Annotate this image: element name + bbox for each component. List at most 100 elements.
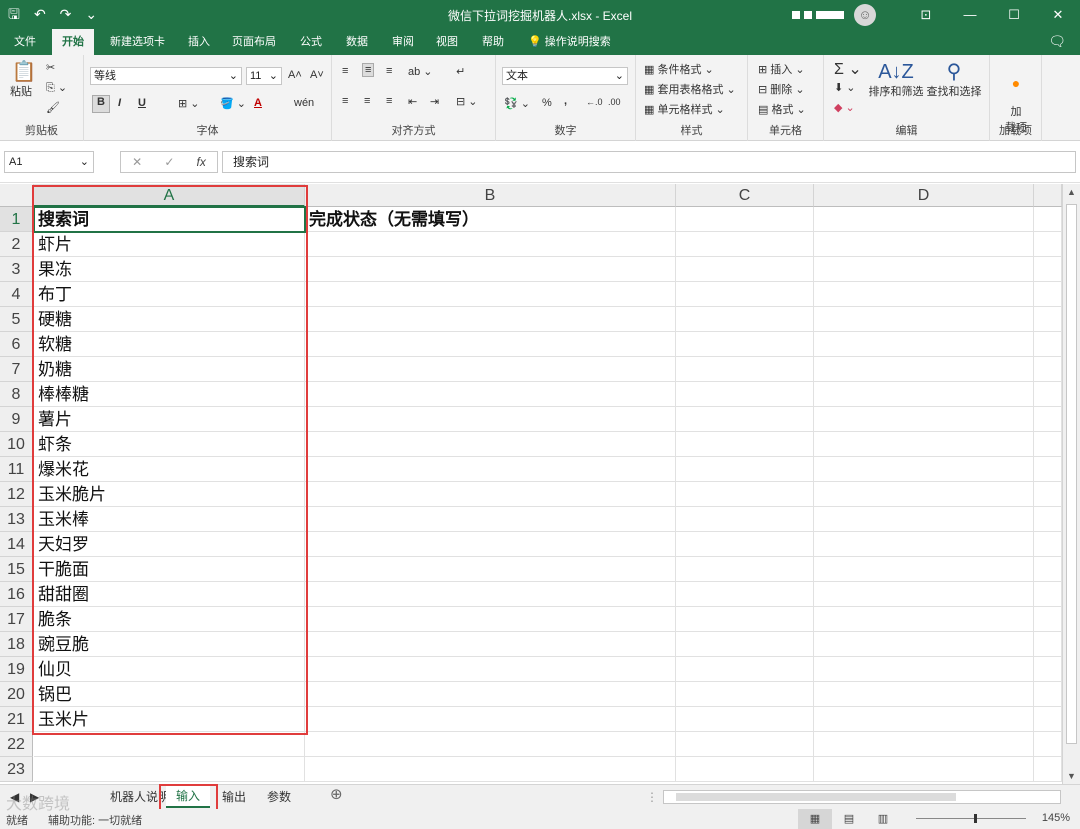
cell-c[interactable] [676, 582, 814, 607]
cell-d[interactable] [814, 482, 1034, 507]
orientation-icon[interactable]: ab ⌄ [408, 65, 433, 78]
cut-icon[interactable]: ✂ [46, 61, 55, 74]
row-header[interactable]: 17 [0, 607, 33, 632]
cell-a[interactable]: 软糖 [34, 332, 305, 357]
cell-b[interactable] [305, 507, 676, 532]
row-header[interactable]: 20 [0, 682, 33, 707]
page-break-view-icon[interactable]: ▥ [866, 809, 900, 829]
comma-style-button[interactable]: , [564, 95, 567, 107]
row-header[interactable]: 4 [0, 282, 33, 307]
cell-b[interactable] [305, 657, 676, 682]
comments-icon[interactable]: 🗨 [1048, 33, 1066, 50]
cell-e[interactable] [1034, 257, 1062, 282]
cell-e[interactable] [1034, 607, 1062, 632]
cell-c[interactable] [676, 357, 814, 382]
cell-d[interactable] [814, 657, 1034, 682]
cell-b[interactable] [305, 407, 676, 432]
cell-c[interactable] [676, 282, 814, 307]
cell-b[interactable] [305, 557, 676, 582]
cell-e[interactable] [1034, 332, 1062, 357]
underline-button[interactable]: U [138, 97, 146, 109]
sheet-tab-input[interactable]: 输入 [166, 786, 211, 808]
cell-c[interactable] [676, 532, 814, 557]
minimize-button[interactable]: — [948, 0, 992, 29]
page-layout-view-icon[interactable]: ▤ [832, 809, 866, 829]
cell-c[interactable] [676, 232, 814, 257]
phonetic-guide-icon[interactable]: wén [294, 97, 314, 109]
cell-d[interactable] [814, 557, 1034, 582]
tell-me-search[interactable]: 💡 操作说明搜索 [528, 29, 611, 55]
cell-d[interactable] [814, 357, 1034, 382]
cell-a[interactable]: 虾条 [34, 432, 305, 457]
decrease-decimal-icon[interactable]: .00 [608, 97, 621, 107]
scroll-up-icon[interactable]: ▲ [1063, 184, 1080, 200]
row-header[interactable]: 22 [0, 732, 33, 757]
row-header[interactable]: 2 [0, 232, 33, 257]
cell-c[interactable] [676, 732, 814, 757]
delete-cells-button[interactable]: ⊟ 删除 ⌄ [758, 81, 805, 97]
row-header[interactable]: 9 [0, 407, 33, 432]
tab-page-layout[interactable]: 页面布局 [230, 29, 278, 55]
cell-b[interactable] [305, 282, 676, 307]
cell-b[interactable] [305, 382, 676, 407]
cell-e[interactable] [1034, 582, 1062, 607]
horizontal-scroll-thumb[interactable] [676, 793, 956, 801]
cell-e[interactable] [1034, 507, 1062, 532]
cell-c[interactable] [676, 382, 814, 407]
cell-d[interactable] [814, 457, 1034, 482]
maximize-button[interactable]: ☐ [992, 0, 1036, 29]
row-header[interactable]: 6 [0, 332, 33, 357]
cell-b[interactable]: 完成状态（无需填写） [305, 207, 676, 232]
ribbon-display-options-button[interactable]: ⊡ [904, 0, 948, 29]
row-header[interactable]: 3 [0, 257, 33, 282]
cell-b[interactable] [305, 257, 676, 282]
cell-e[interactable] [1034, 282, 1062, 307]
add-sheet-icon[interactable]: ⊕ [330, 786, 343, 804]
column-header-b[interactable]: B [305, 184, 676, 207]
cell-a[interactable]: 豌豆脆 [34, 632, 305, 657]
cell-b[interactable] [305, 232, 676, 257]
account-area[interactable]: ☺ [792, 3, 876, 26]
cell-d[interactable] [814, 332, 1034, 357]
cell-e[interactable] [1034, 307, 1062, 332]
tab-file[interactable]: 文件 [12, 29, 38, 55]
cell-c[interactable] [676, 332, 814, 357]
increase-indent-icon[interactable]: ⇥ [430, 95, 439, 108]
tab-view[interactable]: 视图 [434, 29, 460, 55]
tab-formulas[interactable]: 公式 [298, 29, 324, 55]
row-header[interactable]: 12 [0, 482, 33, 507]
cell-e[interactable] [1034, 757, 1062, 782]
cell-e[interactable] [1034, 357, 1062, 382]
cell-styles-button[interactable]: ▦ 单元格样式 ⌄ [644, 101, 725, 117]
number-format-select[interactable]: 文本 ⌄ [502, 67, 628, 85]
cell-d[interactable] [814, 432, 1034, 457]
accessibility-status[interactable]: 辅助功能: 一切就绪 [48, 812, 142, 828]
row-header[interactable]: 1 [0, 207, 33, 232]
sheet-tab-output[interactable]: 输出 [222, 788, 246, 806]
fill-icon[interactable]: ⬇ ⌄ [834, 81, 856, 94]
cell-d[interactable] [814, 307, 1034, 332]
row-header[interactable]: 5 [0, 307, 33, 332]
cell-a[interactable]: 布丁 [34, 282, 305, 307]
cell-b[interactable] [305, 457, 676, 482]
cell-c[interactable] [676, 607, 814, 632]
row-header[interactable]: 21 [0, 707, 33, 732]
row-header[interactable]: 19 [0, 657, 33, 682]
cell-a[interactable]: 天妇罗 [34, 532, 305, 557]
font-size-select[interactable]: 11 ⌄ [246, 67, 282, 85]
percent-style-button[interactable]: % [542, 97, 552, 109]
cell-b[interactable] [305, 532, 676, 557]
find-select-button[interactable]: ⚲ 查找和选择 [926, 61, 982, 99]
row-header[interactable]: 10 [0, 432, 33, 457]
cell-d[interactable] [814, 682, 1034, 707]
cell-a[interactable] [34, 732, 305, 757]
cell-a[interactable]: 玉米棒 [34, 507, 305, 532]
cell-c[interactable] [676, 257, 814, 282]
clear-icon[interactable]: ◆ ⌄ [834, 101, 855, 114]
cell-a[interactable]: 薯片 [34, 407, 305, 432]
row-header[interactable]: 23 [0, 757, 33, 782]
cell-a[interactable]: 奶糖 [34, 357, 305, 382]
cell-e[interactable] [1034, 432, 1062, 457]
cell-a[interactable]: 脆条 [34, 607, 305, 632]
cell-a[interactable]: 仙贝 [34, 657, 305, 682]
